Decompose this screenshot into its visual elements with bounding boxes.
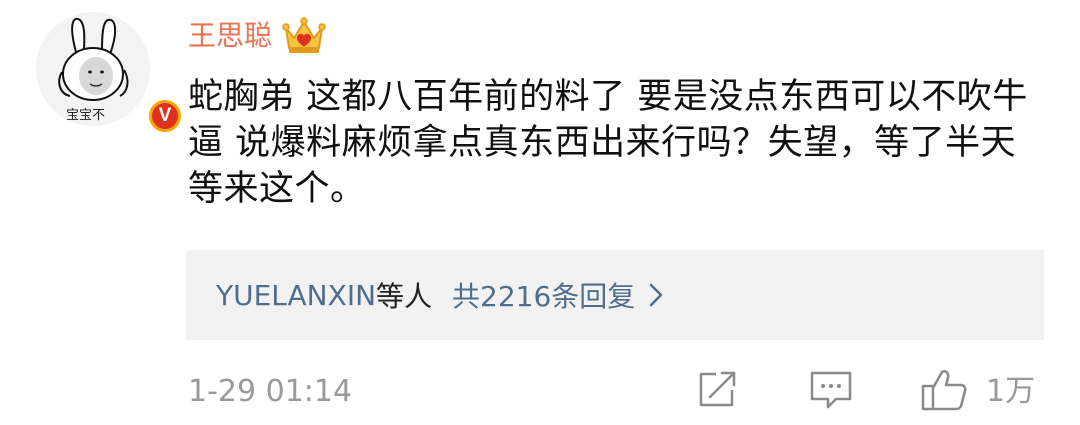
username[interactable]: 王思聪 bbox=[188, 14, 272, 58]
reply-users-link[interactable]: YUELANXIN bbox=[216, 279, 376, 312]
verified-badge-label: V bbox=[152, 103, 178, 129]
like-count: 1万 bbox=[986, 374, 1036, 409]
share-button[interactable] bbox=[696, 370, 740, 414]
chevron-right-icon bbox=[647, 282, 665, 308]
avatar[interactable]: 宝宝不 V bbox=[36, 12, 184, 135]
username-row: 王思聪 bbox=[188, 14, 326, 58]
like-button[interactable]: 1万 bbox=[920, 370, 1035, 414]
crown-icon[interactable] bbox=[282, 16, 326, 56]
share-icon bbox=[696, 370, 740, 414]
avatar-caption: 宝宝不 bbox=[66, 108, 106, 123]
replies-box[interactable]: YUELANXIN 等人 共2216条回复 bbox=[186, 250, 1044, 340]
comment-icon bbox=[808, 369, 854, 415]
avatar-image: 宝宝不 bbox=[36, 12, 150, 126]
comment-button[interactable] bbox=[808, 370, 854, 414]
verified-badge: V bbox=[146, 97, 184, 135]
comment-text: 蛇胸弟 这都八百年前的料了 要是没点东西可以不吹牛逼 说爆料麻烦拿点真东西出来行… bbox=[188, 77, 1028, 209]
reply-count-link[interactable]: 共2216条回复 bbox=[452, 275, 635, 315]
thumbs-up-icon bbox=[920, 368, 968, 416]
reply-users-suffix: 等人 bbox=[376, 280, 433, 313]
timestamp: 1-29 01:14 bbox=[188, 374, 353, 409]
